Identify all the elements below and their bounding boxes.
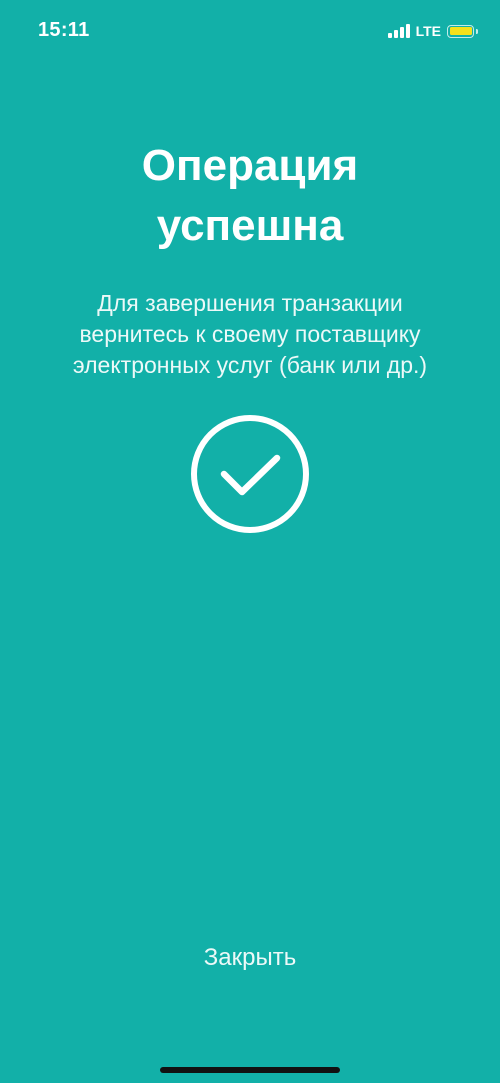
subtitle-line-1: Для завершения транзакции: [97, 290, 403, 316]
page-subtitle: Для завершения транзакции вернитесь к св…: [30, 288, 470, 381]
status-indicators: LTE: [387, 20, 478, 42]
status-time: 15:11: [38, 19, 90, 41]
network-type-label: LTE: [415, 23, 441, 39]
page-title: Операция успешна: [40, 136, 460, 256]
title-line-1: Операция: [141, 141, 359, 190]
check-circle-icon: [191, 415, 309, 533]
title-line-2: успешна: [156, 201, 344, 250]
battery-icon: [447, 24, 478, 38]
signal-strength-icon: [387, 24, 410, 38]
home-indicator[interactable]: [160, 1067, 340, 1073]
subtitle-line-2: вернитесь к своему поставщику: [79, 321, 421, 347]
status-bar: 15:11 LTE: [0, 0, 500, 62]
close-button[interactable]: Закрыть: [150, 944, 350, 972]
subtitle-line-3: электронных услуг (банк или др.): [72, 352, 428, 378]
